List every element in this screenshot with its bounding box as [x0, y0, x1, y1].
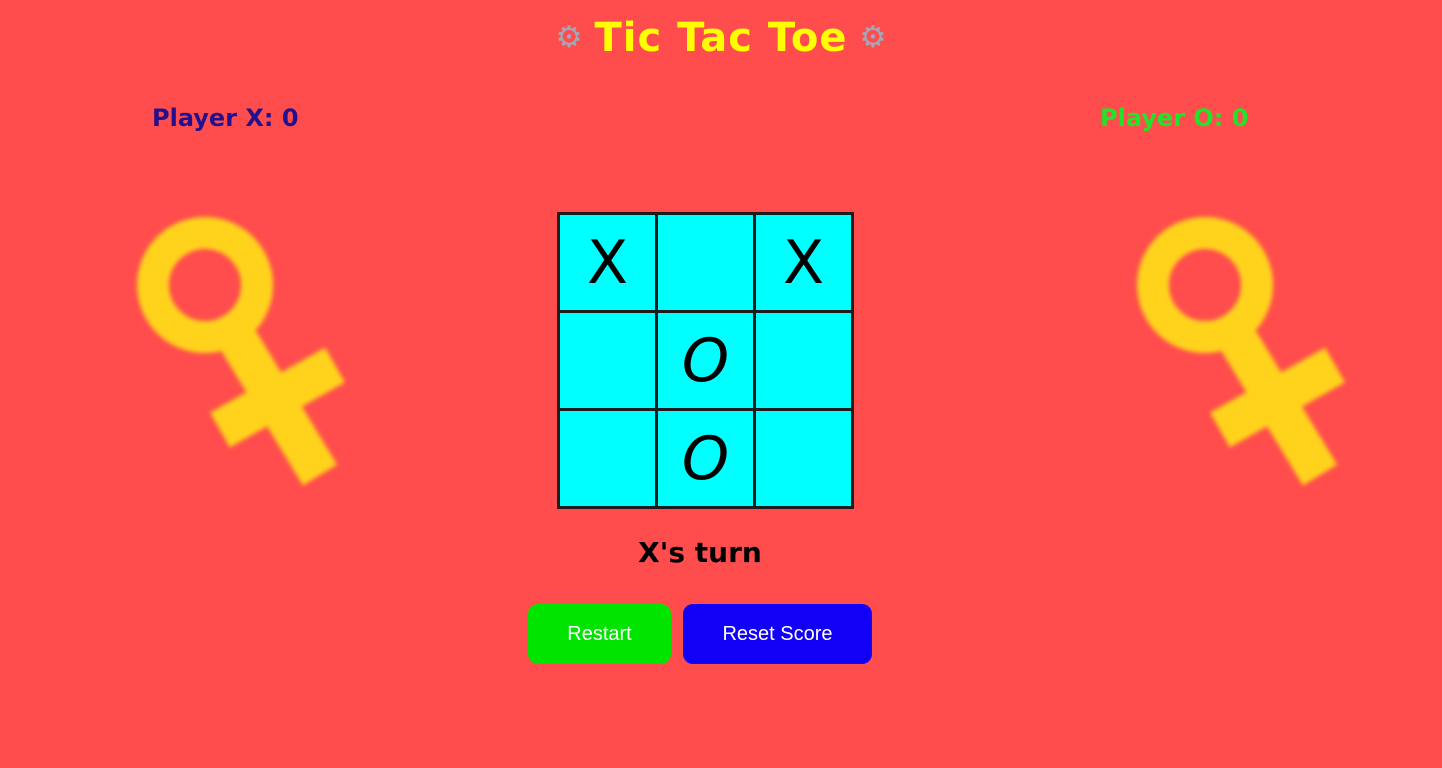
board-cell[interactable] — [756, 313, 851, 408]
gear-icon: ⚙ — [859, 20, 887, 55]
board-cell[interactable]: O — [658, 313, 753, 408]
reset-score-button[interactable]: Reset Score — [683, 604, 872, 664]
board-cell[interactable] — [756, 411, 851, 506]
board-cell[interactable] — [560, 411, 655, 506]
gear-icon: ⚙ — [555, 20, 583, 55]
page-title: Tic Tac Toe — [594, 15, 848, 61]
restart-button[interactable]: Restart — [528, 604, 671, 664]
board-cell[interactable] — [560, 313, 655, 408]
board-cell[interactable]: O — [658, 411, 753, 506]
player-x-score: Player X: 0 — [152, 104, 299, 132]
female-symbol-icon — [1137, 217, 1345, 486]
turn-status: X's turn — [638, 536, 762, 569]
game-board: X X O O — [557, 212, 854, 509]
player-o-score: Player O: 0 — [1100, 104, 1249, 132]
board-cell[interactable]: X — [756, 215, 851, 310]
board-cell[interactable]: X — [560, 215, 655, 310]
board-cell[interactable] — [658, 215, 753, 310]
header: ⚙ Tic Tac Toe ⚙ — [0, 8, 1442, 68]
female-symbol-icon — [137, 217, 345, 486]
